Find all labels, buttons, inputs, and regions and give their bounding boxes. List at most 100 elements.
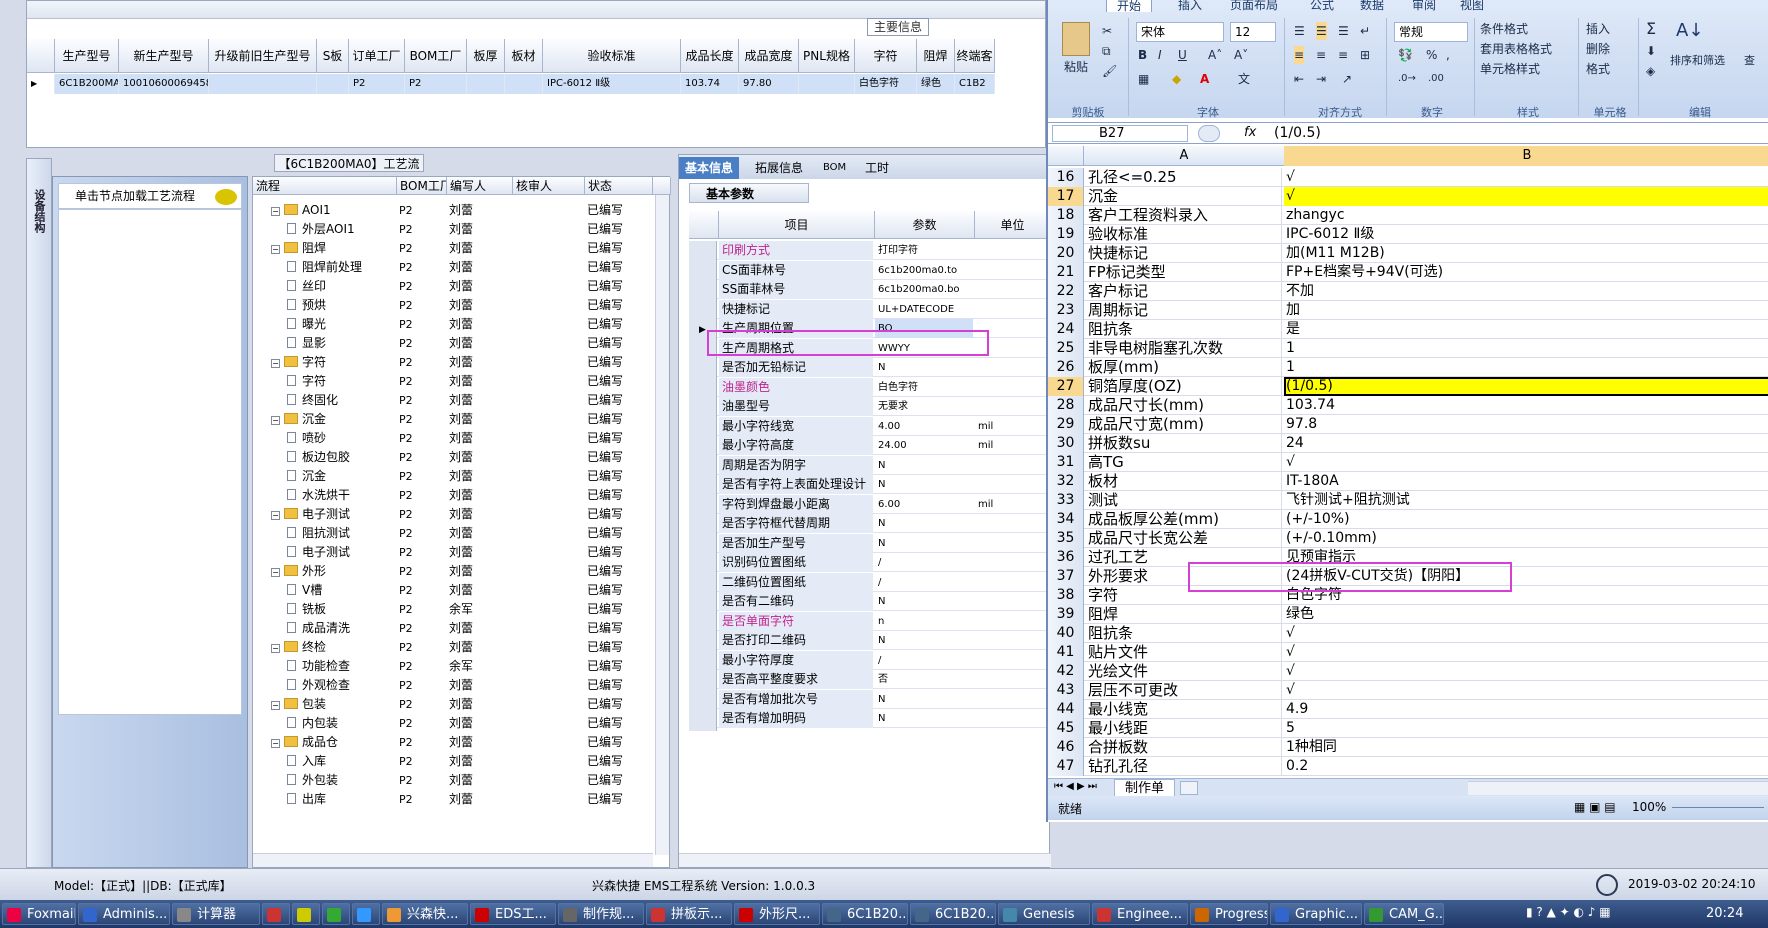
- grid-cell[interactable]: P2: [405, 74, 467, 94]
- cell-a[interactable]: 阻焊: [1086, 605, 1282, 624]
- number-format-select[interactable]: 常规: [1394, 22, 1468, 42]
- cell-a[interactable]: 板材: [1086, 472, 1282, 491]
- sort-filter-icon[interactable]: A↓: [1676, 22, 1703, 40]
- zoom-level[interactable]: 100%: [1632, 800, 1666, 814]
- ribbon-tab-view[interactable]: 视图: [1460, 0, 1484, 12]
- flow-row[interactable]: 丝印 P2 刘蕾 已编写: [253, 277, 653, 296]
- cell-a[interactable]: 板厚(mm): [1086, 358, 1282, 377]
- flow-row[interactable]: − 字符 P2 刘蕾 已编写: [253, 353, 653, 372]
- collapse-toggle-icon[interactable]: −: [271, 416, 280, 425]
- cell-a[interactable]: 快捷标记: [1086, 244, 1282, 263]
- prop-value[interactable]: N: [875, 709, 973, 728]
- cell-b[interactable]: IT-180A: [1284, 472, 1768, 491]
- row-number[interactable]: 47: [1048, 757, 1084, 776]
- comma-icon[interactable]: ,: [1446, 46, 1450, 64]
- flow-row[interactable]: 入库 P2 刘蕾 已编写: [253, 752, 653, 771]
- cell-a[interactable]: 孔径<=0.25: [1086, 168, 1282, 187]
- flow-row[interactable]: 显影 P2 刘蕾 已编写: [253, 334, 653, 353]
- row-number[interactable]: 32: [1048, 472, 1084, 491]
- row-number[interactable]: 39: [1048, 605, 1084, 624]
- grid-col-header[interactable]: 订单工厂: [349, 39, 405, 73]
- cell-b[interactable]: √: [1284, 624, 1768, 643]
- node-panel-header[interactable]: 单击节点加载工艺流程: [58, 183, 242, 209]
- cell-b[interactable]: 1: [1284, 358, 1768, 377]
- taskbar-button[interactable]: 6C1B20...: [822, 903, 908, 925]
- taskbar-button[interactable]: [352, 903, 380, 925]
- prop-row-selector[interactable]: [689, 709, 717, 731]
- taskbar-button[interactable]: 计算器: [172, 903, 260, 925]
- bold-icon[interactable]: B: [1138, 46, 1147, 64]
- ribbon-tab-layout[interactable]: 页面布局: [1230, 0, 1278, 12]
- row-number[interactable]: 35: [1048, 529, 1084, 548]
- cell-b[interactable]: zhangyc: [1284, 206, 1768, 225]
- cut-icon[interactable]: ✂: [1102, 22, 1112, 40]
- flow-col-header[interactable]: BOM工厂: [397, 177, 447, 195]
- prop-value[interactable]: 6c1b200ma0.to: [875, 261, 973, 280]
- node-tree-area[interactable]: [58, 209, 242, 715]
- grid-cell[interactable]: C1B2: [955, 74, 995, 94]
- prop-value[interactable]: 6c1b200ma0.bo: [875, 280, 973, 299]
- increase-decimal-icon[interactable]: .0→: [1398, 70, 1416, 88]
- cell-b[interactable]: IPC-6012 Ⅱ级: [1284, 225, 1768, 244]
- row-number[interactable]: 33: [1048, 491, 1084, 510]
- col-header-a[interactable]: A: [1086, 148, 1282, 163]
- cell-b[interactable]: 97.8: [1284, 415, 1768, 434]
- decrease-decimal-icon[interactable]: .00: [1428, 70, 1444, 88]
- font-size-select[interactable]: 12: [1230, 22, 1276, 42]
- row-number[interactable]: 20: [1048, 244, 1084, 263]
- sum-icon[interactable]: Σ: [1646, 20, 1656, 38]
- cell-a[interactable]: 贴片文件: [1086, 643, 1282, 662]
- row-number[interactable]: 24: [1048, 320, 1084, 339]
- cell-style-button[interactable]: 单元格样式: [1480, 60, 1540, 78]
- prop-row[interactable]: 是否有字符上表面处理设计 N: [689, 475, 1051, 497]
- cell-b[interactable]: 飞针测试+阻抗测试: [1284, 491, 1768, 510]
- formula-input[interactable]: (1/0.5): [1274, 125, 1321, 141]
- grid-col-header[interactable]: 阻焊: [917, 39, 955, 73]
- select-all-corner[interactable]: [1048, 146, 1084, 166]
- prop-value[interactable]: 打印字符: [875, 241, 973, 260]
- row-number[interactable]: 27: [1048, 377, 1084, 396]
- increase-indent-icon[interactable]: ⇥: [1316, 70, 1326, 88]
- copy-icon[interactable]: ⧉: [1102, 42, 1111, 60]
- collapse-toggle-icon[interactable]: −: [271, 511, 280, 520]
- flow-row[interactable]: 阻抗测试 P2 刘蕾 已编写: [253, 524, 653, 543]
- cell-a[interactable]: 高TG: [1086, 453, 1282, 472]
- flow-row[interactable]: 板边包胶 P2 刘蕾 已编写: [253, 448, 653, 467]
- cell-a[interactable]: 拼板数su: [1086, 434, 1282, 453]
- cell-a[interactable]: 成品板厚公差(mm): [1086, 510, 1282, 529]
- flow-row[interactable]: − 终检 P2 刘蕾 已编写: [253, 638, 653, 657]
- prop-row[interactable]: 最小字符高度 24.00 mil: [689, 436, 1051, 458]
- prop-row[interactable]: 是否高平整度要求否: [689, 670, 1051, 692]
- cell-a[interactable]: 客户工程资料录入: [1086, 206, 1282, 225]
- row-number[interactable]: 42: [1048, 662, 1084, 681]
- row-number[interactable]: 18: [1048, 206, 1084, 225]
- prop-col-item[interactable]: 项目: [719, 211, 875, 239]
- cell-b[interactable]: √: [1284, 168, 1768, 187]
- clear-icon[interactable]: ◈: [1646, 62, 1655, 80]
- prop-value[interactable]: N: [875, 456, 973, 475]
- row-number[interactable]: 41: [1048, 643, 1084, 662]
- cell-b[interactable]: (1/0.5): [1284, 377, 1768, 396]
- ribbon-tab-review[interactable]: 审阅: [1412, 0, 1436, 12]
- cell-a[interactable]: 沉金: [1086, 187, 1282, 206]
- flow-row[interactable]: 阻焊前处理 P2 刘蕾 已编写: [253, 258, 653, 277]
- row-number[interactable]: 36: [1048, 548, 1084, 567]
- cell-b[interactable]: 5: [1284, 719, 1768, 738]
- prop-row[interactable]: 印刷方式 打印字符: [689, 241, 1051, 263]
- paste-label[interactable]: 粘贴: [1064, 58, 1088, 76]
- prop-scrollbar-h[interactable]: [679, 853, 1051, 867]
- taskbar-button[interactable]: [322, 903, 350, 925]
- tab-work-hours[interactable]: 工时: [859, 157, 895, 179]
- flow-row[interactable]: 曝光 P2 刘蕾 已编写: [253, 315, 653, 334]
- cell-a[interactable]: 铜箔厚度(OZ): [1086, 377, 1282, 396]
- flow-row[interactable]: − 阻焊 P2 刘蕾 已编写: [253, 239, 653, 258]
- cell-b[interactable]: 加: [1284, 301, 1768, 320]
- cell-b[interactable]: 1种相同: [1284, 738, 1768, 757]
- taskbar-button[interactable]: [262, 903, 290, 925]
- wrap-text-icon[interactable]: ↵: [1360, 22, 1370, 40]
- sheet-nav-icon[interactable]: ⏮ ◀ ▶ ⏭: [1054, 781, 1097, 792]
- flow-row[interactable]: − 电子测试 P2 刘蕾 已编写: [253, 505, 653, 524]
- row-number[interactable]: 30: [1048, 434, 1084, 453]
- flow-row[interactable]: 内包装 P2 刘蕾 已编写: [253, 714, 653, 733]
- tab-basic-info[interactable]: 基本信息: [679, 157, 740, 179]
